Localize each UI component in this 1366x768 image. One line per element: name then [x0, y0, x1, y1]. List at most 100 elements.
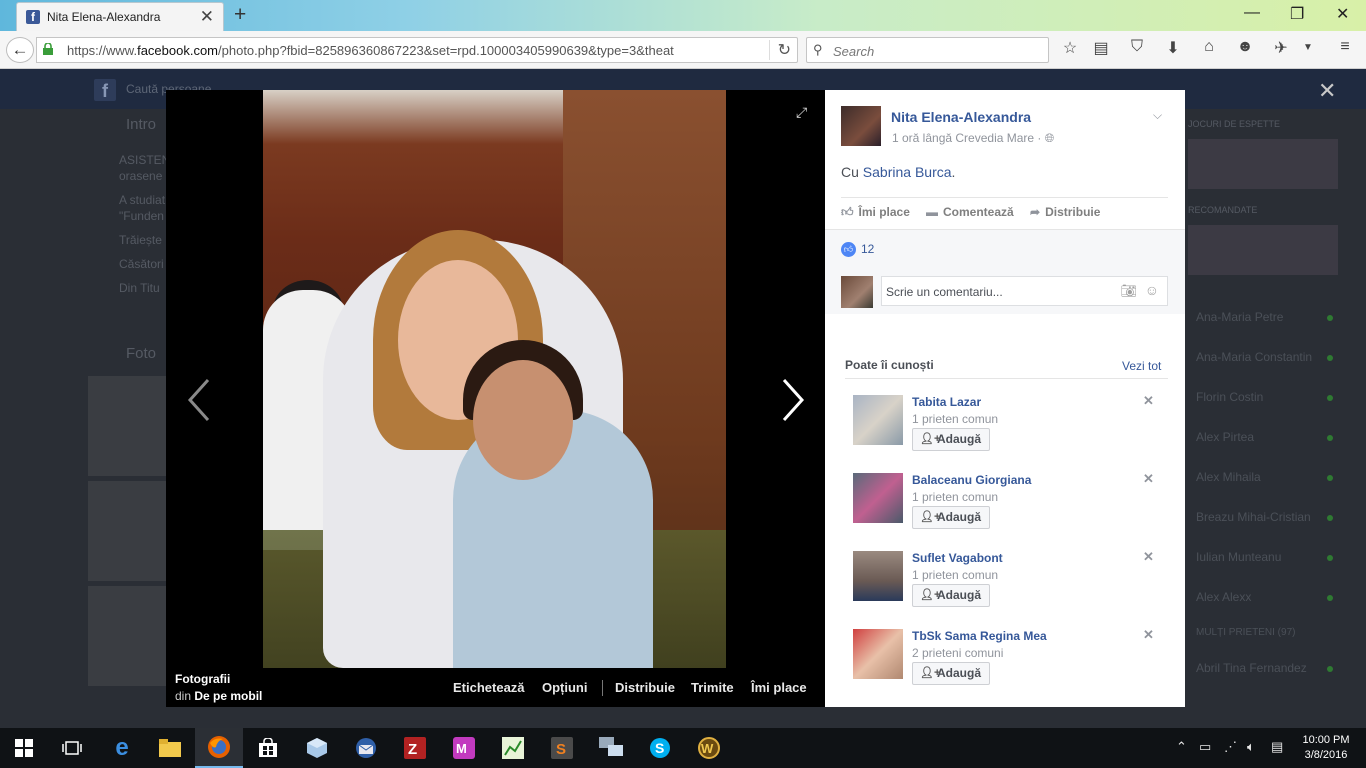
firefox-icon[interactable]	[195, 728, 243, 768]
bookmark-star-icon[interactable]: ☆	[1060, 38, 1080, 58]
windows-start-icon[interactable]	[0, 728, 48, 768]
comment-input[interactable]: Scrie un comentariu... 📷︎ ☺	[881, 276, 1168, 306]
url-bar[interactable]: https://www.facebook.com/photo.php?fbid=…	[36, 37, 798, 63]
windows-store-icon[interactable]	[244, 728, 292, 768]
see-all-link[interactable]: Vezi tot	[1122, 359, 1161, 373]
comment-button[interactable]: ▬ Comentează	[926, 205, 1014, 219]
moviemaker-icon[interactable]: M	[440, 728, 488, 768]
photo-viewer: ⤢ Fotografii din De pe mobil Etichetează…	[166, 90, 825, 707]
post-menu-chevron-icon[interactable]: ⌵	[1153, 108, 1162, 123]
chat-contact: Breazu Mihai-Cristian	[1196, 510, 1311, 524]
close-window-icon[interactable]: ✕	[1336, 4, 1349, 24]
dismiss-icon[interactable]: ✕	[1143, 549, 1154, 565]
author-avatar[interactable]	[841, 106, 881, 146]
mutual-friends[interactable]: 1 prieten comun	[912, 412, 998, 426]
author-name[interactable]: Nita Elena-Alexandra	[891, 109, 1031, 125]
download-icon[interactable]: ⬇	[1163, 38, 1183, 58]
task-view-icon[interactable]	[48, 728, 96, 768]
back-icon[interactable]: ←	[6, 37, 34, 63]
person-name[interactable]: TbSk Sama Regina Mea	[912, 629, 1047, 643]
intro-item: Căsători	[119, 257, 164, 271]
virtualbox-icon[interactable]	[293, 728, 341, 768]
person-name[interactable]: Balaceanu Giorgiana	[912, 473, 1031, 487]
file-explorer-icon[interactable]	[146, 728, 194, 768]
like-button[interactable]: 👍︎ Îmi place	[841, 205, 910, 220]
mutual-friends[interactable]: 1 prieten comun	[912, 568, 998, 582]
person-name[interactable]: Suflet Vagabont	[912, 551, 1003, 565]
reload-icon[interactable]: ↻	[768, 40, 791, 60]
tagged-with: Cu Sabrina Burca.	[841, 164, 956, 180]
thunderbird-icon[interactable]	[342, 728, 390, 768]
action-center-icon[interactable]: ▤	[1271, 739, 1283, 755]
person-photo[interactable]	[853, 629, 903, 679]
hamburger-menu-icon[interactable]: ≡	[1335, 38, 1355, 56]
album-link[interactable]: De pe mobil	[194, 689, 262, 703]
thumbs-up-icon: 👍︎	[841, 205, 854, 219]
likes-count[interactable]: 12	[861, 242, 874, 256]
pymk-item: Tabita Lazar 1 prieten comun 👤︎+ Adaugă ✕	[853, 393, 1173, 465]
intro-item: orasene	[119, 169, 163, 183]
close-viewer-icon[interactable]: ✕	[1318, 78, 1336, 104]
previous-arrow-icon[interactable]	[180, 370, 220, 430]
online-dot-icon	[1327, 395, 1333, 401]
battery-icon[interactable]: ▭	[1199, 739, 1211, 755]
close-tab-icon[interactable]: ✕	[200, 7, 214, 27]
mutual-friends[interactable]: 1 prieten comun	[912, 490, 998, 504]
add-friend-button[interactable]: 👤︎+ Adaugă	[912, 662, 991, 685]
remote-desktop-icon[interactable]	[587, 728, 635, 768]
dropdown-icon[interactable]: ▼	[1298, 42, 1318, 53]
filezilla-icon[interactable]: Z	[391, 728, 439, 768]
home-icon[interactable]: ⌂	[1199, 38, 1219, 56]
post-meta: 1 oră lângă Crevedia Mare · 🌐︎	[892, 131, 1055, 145]
chat-contact: Florin Costin	[1196, 390, 1264, 404]
photo[interactable]	[263, 90, 726, 668]
spreadsheet-icon[interactable]	[489, 728, 537, 768]
warcraft-icon[interactable]: W	[685, 728, 733, 768]
dismiss-icon[interactable]: ✕	[1143, 471, 1154, 487]
dismiss-icon[interactable]: ✕	[1143, 627, 1154, 643]
like-reaction-icon: 👍︎	[841, 242, 856, 257]
browser-tab[interactable]: f Nita Elena-Alexandra ✕	[16, 2, 224, 31]
person-photo[interactable]	[853, 395, 903, 445]
skype-icon[interactable]: S	[636, 728, 684, 768]
share-button[interactable]: ➦ Distribuie	[1030, 205, 1100, 219]
person-name[interactable]: Tabita Lazar	[912, 395, 981, 409]
next-arrow-icon[interactable]	[772, 370, 812, 430]
volume-icon[interactable]: 🔈︎	[1247, 739, 1255, 755]
extension-icon[interactable]: ✈	[1271, 38, 1291, 58]
album-title[interactable]: Fotografii	[175, 672, 230, 686]
tag-photo-link[interactable]: Etichetează	[453, 680, 525, 695]
fullscreen-icon[interactable]: ⤢	[796, 104, 807, 121]
search-placeholder: Search	[833, 44, 875, 59]
add-friend-button[interactable]: 👤︎+ Adaugă	[912, 428, 991, 451]
pocket-icon[interactable]: ⛉	[1127, 38, 1147, 56]
emoji-icon[interactable]: ☺	[1145, 282, 1159, 298]
dismiss-icon[interactable]: ✕	[1143, 393, 1154, 409]
options-link[interactable]: Opțiuni	[542, 680, 588, 695]
tagged-person-link[interactable]: Sabrina Burca	[863, 164, 952, 180]
edge-browser-icon[interactable]: e	[98, 728, 146, 768]
browser-tab-bar: f Nita Elena-Alexandra ✕ + — ❐ ✕	[0, 0, 1366, 31]
sublime-text-icon[interactable]: S	[538, 728, 586, 768]
show-hidden-icons-icon[interactable]: ⌃	[1176, 739, 1187, 755]
person-photo[interactable]	[853, 551, 903, 601]
restore-icon[interactable]: ❐	[1290, 4, 1304, 24]
chat-contact: Ana-Maria Constantin	[1196, 350, 1313, 364]
camera-icon[interactable]: 📷︎	[1120, 283, 1137, 299]
new-tab-icon[interactable]: +	[234, 3, 246, 27]
network-icon[interactable]: ⋰	[1224, 739, 1237, 755]
system-clock[interactable]: 10:00 PM 3/8/2016	[1300, 733, 1352, 763]
reader-list-icon[interactable]: ▤	[1091, 38, 1111, 58]
add-friend-button[interactable]: 👤︎+ Adaugă	[912, 584, 991, 607]
like-link[interactable]: Îmi place	[751, 680, 807, 695]
share-link[interactable]: Distribuie	[615, 680, 675, 695]
search-box[interactable]: ⚲ Search	[806, 37, 1049, 63]
person-photo[interactable]	[853, 473, 903, 523]
send-link[interactable]: Trimite	[691, 680, 734, 695]
mutual-friends[interactable]: 2 prieteni comuni	[912, 646, 1003, 660]
minimize-icon[interactable]: —	[1244, 4, 1260, 22]
add-friend-button[interactable]: 👤︎+ Adaugă	[912, 506, 991, 529]
chat-bubble-icon[interactable]: ☻	[1235, 38, 1255, 56]
online-dot-icon	[1327, 595, 1333, 601]
photo-thumbnail	[88, 586, 166, 686]
